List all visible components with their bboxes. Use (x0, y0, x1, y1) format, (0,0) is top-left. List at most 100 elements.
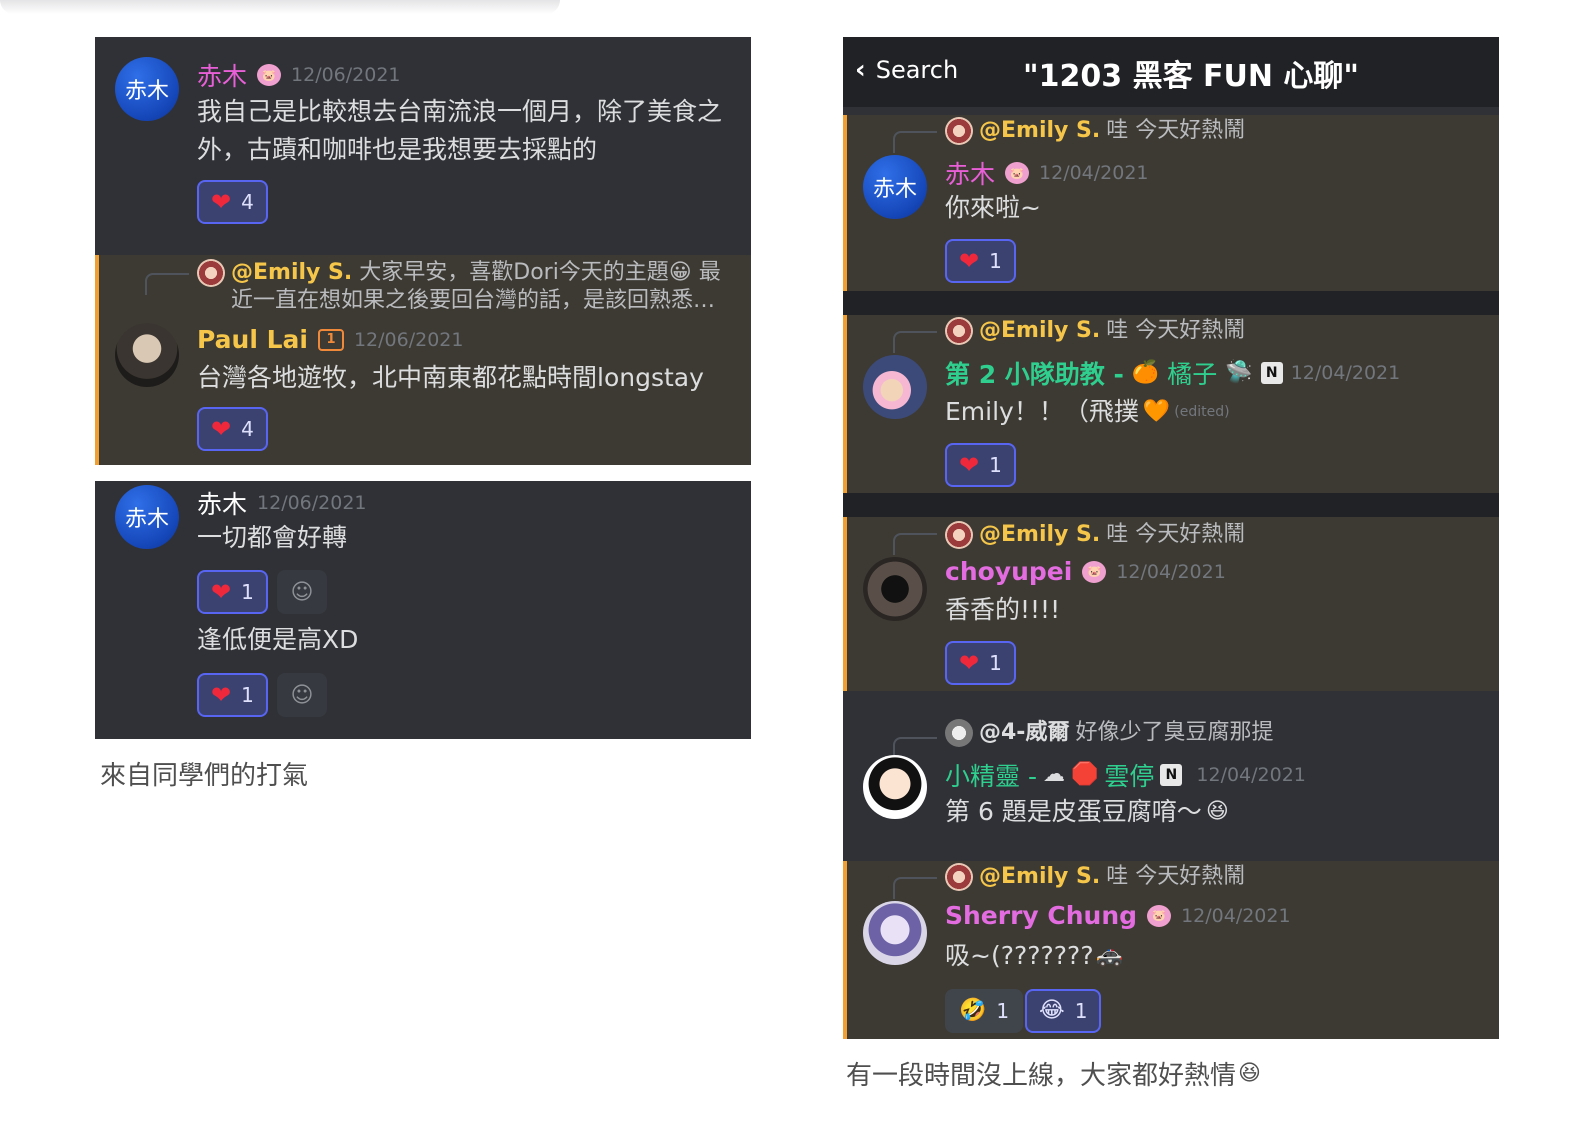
reply-mention[interactable]: @Emily S. (231, 260, 352, 285)
ufo-icon: 🛸 (1225, 360, 1253, 385)
reply-preview[interactable]: @Emily S. 哇 今天好熱鬧 (945, 317, 1245, 345)
emily-mini-avatar (945, 521, 973, 549)
reply-spine (893, 131, 937, 153)
add-reaction-button[interactable]: ☺ (277, 673, 327, 717)
message-orange[interactable]: @Emily S. 哇 今天好熱鬧 第 2 小隊助教 - 🍊 橘子 🛸 N 12… (843, 315, 1499, 493)
reply-preview[interactable]: @Emily S. 大家早安，喜歡Dori今天的主題😀 最近一直在想如果之後要回… (197, 259, 737, 315)
reply-text: 哇 今天好熱鬧 (1106, 318, 1246, 343)
avatar[interactable] (863, 355, 927, 419)
reply-text: 好像少了臭豆腐那提 (1075, 720, 1274, 745)
reply-spine (145, 273, 189, 295)
timestamp: 12/06/2021 (291, 64, 401, 86)
reaction-count: 4 (241, 417, 254, 441)
message-text: 台灣各地遊牧，北中南東都花點時間longstay (197, 363, 704, 392)
back-to-search-button[interactable]: ‹ Search (855, 55, 958, 85)
right-caption-row: 有一段時間沒上線，大家都好熱情 😆 (846, 1055, 1261, 1092)
emily-mini-avatar (945, 117, 973, 145)
reaction-count: 1 (989, 453, 1002, 477)
heart-icon: ❤ (211, 188, 232, 216)
username[interactable]: choyupei (945, 557, 1072, 586)
reaction-count: 4 (241, 190, 254, 214)
message-akagi-1[interactable]: 赤木 赤木 🐷 12/06/2021 我自己是比較想去台南流浪一個月，除了美食之… (95, 37, 751, 255)
heart-icon: ❤ (211, 681, 232, 709)
avatar[interactable] (863, 755, 927, 819)
message-paul-lai[interactable]: @Emily S. 大家早安，喜歡Dori今天的主題😀 最近一直在想如果之後要回… (95, 255, 751, 465)
will-mini-avatar (945, 719, 973, 747)
channel-header: ‹ Search "1203 黑客 FUN 心聊" (843, 37, 1499, 107)
reaction-count: 1 (241, 683, 254, 707)
username[interactable]: 橘子 (1167, 355, 1217, 391)
avatar[interactable]: 赤木 (863, 155, 927, 219)
reply-text: 哇 今天好熱鬧 (1106, 864, 1246, 889)
reply-text: 哇 今天好熱鬧 (1106, 118, 1246, 143)
message-elf[interactable]: @4-威爾 好像少了臭豆腐那提 小精靈 - ☁ 🛑 雲停 N 12/04/202… (843, 691, 1499, 861)
username[interactable]: 赤木 (197, 485, 247, 521)
reaction-count: 1 (241, 580, 254, 604)
heart-reaction[interactable]: ❤ 1 (197, 570, 268, 614)
username[interactable]: Paul Lai (197, 325, 308, 354)
avatar[interactable] (863, 557, 927, 621)
heart-icon: ❤ (959, 247, 980, 275)
avatar[interactable] (863, 901, 927, 965)
notion-icon: N (1260, 362, 1283, 384)
cloud-icon: ☁ (1042, 762, 1065, 787)
tag-icon: 1 (317, 328, 344, 351)
username[interactable]: 雲停 (1104, 757, 1154, 793)
reaction-count: 1 (1074, 999, 1088, 1023)
heart-reaction[interactable]: ❤ 1 (945, 239, 1016, 283)
avatar[interactable] (115, 323, 179, 387)
heart-icon: ❤ (959, 649, 980, 677)
heart-reaction[interactable]: ❤ 1 (945, 443, 1016, 487)
add-reaction-icon: ☺ (290, 579, 314, 605)
avatar[interactable]: 赤木 (115, 485, 179, 549)
reply-preview[interactable]: @4-威爾 好像少了臭豆腐那提 (945, 719, 1273, 747)
username[interactable]: 赤木 (197, 57, 247, 93)
pig-badge-icon: 🐷 (1082, 560, 1107, 583)
username-prefix[interactable]: 小精靈 - (945, 757, 1037, 793)
pig-badge-icon: 🐷 (1005, 162, 1030, 184)
message-choyupei[interactable]: @Emily S. 哇 今天好熱鬧 choyupei 🐷 12/04/2021 … (843, 517, 1499, 691)
add-reaction-button[interactable]: ☺ (277, 570, 327, 614)
stop-sign-icon: 🛑 (1070, 762, 1099, 787)
heart-reaction[interactable]: ❤ 4 (197, 407, 268, 451)
message-text: Emily！！（飛撲 (945, 397, 1139, 426)
reply-spine (893, 533, 937, 555)
avatar[interactable]: 赤木 (115, 57, 179, 121)
message-text: 吸~(??????? (945, 941, 1094, 970)
tears-of-joy-icon: 😂 (1039, 998, 1065, 1023)
heart-reaction[interactable]: ❤ 4 (197, 180, 268, 224)
heart-icon: ❤ (211, 415, 232, 443)
police-car-icon: 🚓 (1095, 943, 1123, 968)
username[interactable]: Sherry Chung (945, 901, 1137, 930)
reply-preview[interactable]: @Emily S. 哇 今天好熱鬧 (945, 863, 1245, 891)
laughing-face-icon: 😆 (1238, 1060, 1261, 1086)
orange-heart-icon: 🧡 (1142, 399, 1171, 424)
reaction-count: 1 (996, 999, 1010, 1023)
message-text: 逢低便是高XD (197, 625, 359, 654)
username-prefix[interactable]: 第 2 小隊助教 - (945, 355, 1124, 391)
message-text-row: Emily！！（飛撲 🧡 (edited) (945, 393, 1230, 431)
message-sherry[interactable]: @Emily S. 哇 今天好熱鬧 Sherry Chung 🐷 12/04/2… (843, 861, 1499, 1039)
notion-icon: N (1160, 764, 1183, 786)
left-caption: 來自同學們的打氣 (100, 761, 309, 791)
message-text: 我自己是比較想去台南流浪一個月，除了美食之外，古蹟和咖啡也是我想要去採點的 (197, 97, 723, 164)
heart-icon: ❤ (211, 578, 232, 606)
heart-reaction[interactable]: ❤ 1 (945, 641, 1016, 685)
pig-badge-icon: 🐷 (257, 64, 282, 86)
reply-mention[interactable]: @4-威爾 (979, 719, 1069, 747)
heart-reaction[interactable]: ❤ 1 (197, 673, 268, 717)
reply-mention[interactable]: @Emily S. (979, 863, 1100, 891)
reply-mention[interactable]: @Emily S. (979, 317, 1100, 345)
reply-preview[interactable]: @Emily S. 哇 今天好熱鬧 (945, 117, 1245, 145)
message-text: 一切都會好轉 (197, 523, 348, 552)
reply-preview[interactable]: @Emily S. 哇 今天好熱鬧 (945, 521, 1245, 549)
message-akagi-2[interactable]: @Emily S. 哇 今天好熱鬧 赤木 赤木 🐷 12/04/2021 你來啦… (843, 115, 1499, 291)
joy-reaction[interactable]: 😂 1 (1025, 989, 1102, 1033)
reply-mention[interactable]: @Emily S. (979, 117, 1100, 145)
timestamp: 12/04/2021 (1116, 560, 1226, 583)
username[interactable]: 赤木 (945, 155, 995, 191)
reply-mention[interactable]: @Emily S. (979, 521, 1100, 549)
rofl-reaction[interactable]: 🤣 1 (945, 989, 1024, 1033)
timestamp: 12/06/2021 (353, 328, 464, 351)
separator (843, 291, 1499, 315)
